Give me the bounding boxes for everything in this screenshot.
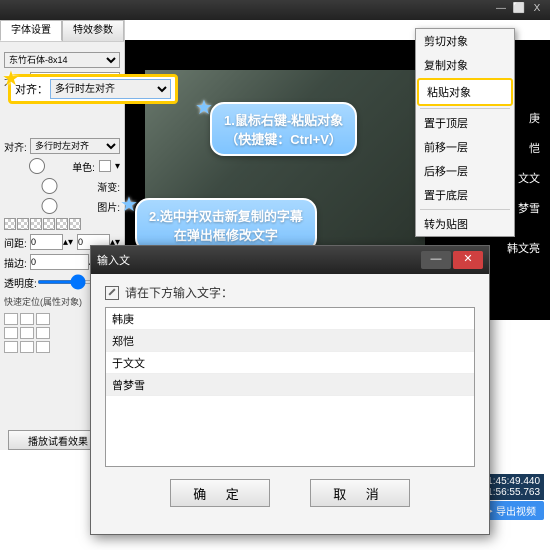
dialog-title: 输入文 xyxy=(97,252,419,268)
minimize-button[interactable]: — xyxy=(492,3,510,17)
main-titlebar: — ⬜ X xyxy=(0,0,550,20)
instruction-callout-1: 1.鼠标右键-粘贴对象 （快捷键：Ctrl+V） xyxy=(210,102,357,156)
star-icon: ★ xyxy=(120,192,138,217)
pos-cell[interactable] xyxy=(4,327,18,339)
dialog-titlebar[interactable]: 输入文 — ✕ xyxy=(91,246,489,274)
star-icon: ★ xyxy=(195,95,213,120)
subtitle-overlay[interactable]: 庚 xyxy=(529,110,540,126)
texture-swatch[interactable] xyxy=(69,218,81,230)
opacity-label: 透明度: xyxy=(4,275,37,290)
pos-cell[interactable] xyxy=(20,313,34,325)
subtitle-overlay[interactable]: 韩文亮 xyxy=(507,240,540,256)
pos-cell[interactable] xyxy=(20,341,34,353)
tab-fx-params[interactable]: 特效参数 xyxy=(62,20,124,41)
ctx-cut[interactable]: 剪切对象 xyxy=(416,29,514,53)
pos-cell[interactable] xyxy=(36,341,50,353)
pos-cell[interactable] xyxy=(4,341,18,353)
image-label: 图片: xyxy=(97,199,120,214)
subtitle-overlay[interactable]: 恺 xyxy=(529,140,540,156)
context-menu: 剪切对象 复制对象 粘贴对象 置于顶层 前移一层 后移一层 置于底层 转为贴图 xyxy=(415,28,515,237)
stroke-input[interactable] xyxy=(30,254,89,270)
pos-cell[interactable] xyxy=(4,313,18,325)
ctx-backward[interactable]: 后移一层 xyxy=(416,159,514,183)
align-select[interactable]: 多行时左对齐 xyxy=(50,79,171,99)
text-row[interactable]: 韩庚 xyxy=(106,308,474,330)
align2-label: 对齐: xyxy=(4,139,30,154)
texture-swatch[interactable] xyxy=(30,218,42,230)
ctx-paste[interactable]: 粘贴对象 xyxy=(417,78,513,106)
ok-button[interactable]: 确 定 xyxy=(170,479,270,507)
text-row[interactable]: 曾梦雪 xyxy=(106,374,474,396)
star-icon: ★ xyxy=(2,66,20,91)
gradient-label: 渐变: xyxy=(97,179,120,194)
maximize-button[interactable]: ⬜ xyxy=(510,3,528,17)
pos-cell[interactable] xyxy=(36,327,50,339)
spacing-label: 间距: xyxy=(4,235,30,250)
ctx-copy[interactable]: 复制对象 xyxy=(416,53,514,77)
stroke-label: 描边: xyxy=(4,255,30,270)
ctx-separator xyxy=(420,108,510,109)
dialog-close[interactable]: ✕ xyxy=(453,251,483,269)
cancel-button[interactable]: 取 消 xyxy=(310,479,410,507)
texture-swatch[interactable] xyxy=(56,218,68,230)
ctx-forward[interactable]: 前移一层 xyxy=(416,135,514,159)
subtitle-overlay[interactable]: 文文 xyxy=(518,170,540,186)
single-color-radio[interactable] xyxy=(4,158,70,174)
pos-cell[interactable] xyxy=(20,327,34,339)
dialog-prompt: 请在下方输入文字： xyxy=(125,284,233,301)
texture-swatch[interactable] xyxy=(4,218,16,230)
instruction-callout-2: 2.选中并双击新复制的字幕 在弹出框修改文字 xyxy=(135,198,317,252)
ctx-top[interactable]: 置于顶层 xyxy=(416,111,514,135)
input-dialog: 输入文 — ✕ 请在下方输入文字： 韩庚 郑恺 于文文 曾梦雪 确 定 取 消 xyxy=(90,245,490,535)
subtitle-overlay[interactable]: 梦雪 xyxy=(518,200,540,216)
texture-swatch[interactable] xyxy=(43,218,55,230)
align2-select[interactable]: 多行时左对齐 xyxy=(30,138,120,154)
align-highlight: 对齐： 多行时左对齐 xyxy=(8,74,178,104)
font-select[interactable]: 东竹石体-8x14 xyxy=(4,52,120,68)
pos-cell[interactable] xyxy=(36,313,50,325)
dialog-minimize[interactable]: — xyxy=(421,251,451,269)
timecode-display: 1:45:49.440 1:56:55.763 xyxy=(483,474,544,500)
ctx-bitmap[interactable]: 转为贴图 xyxy=(416,212,514,236)
spacing-input[interactable] xyxy=(30,234,63,250)
ctx-bottom[interactable]: 置于底层 xyxy=(416,183,514,207)
text-row[interactable]: 郑恺 xyxy=(106,330,474,352)
close-button[interactable]: X xyxy=(528,3,546,17)
single-label: 单色: xyxy=(72,159,95,174)
texture-swatch[interactable] xyxy=(17,218,29,230)
image-radio[interactable] xyxy=(4,198,95,214)
text-row[interactable]: 于文文 xyxy=(106,352,474,374)
tab-font-settings[interactable]: 字体设置 xyxy=(0,20,62,41)
edit-icon xyxy=(105,286,119,300)
text-input-list[interactable]: 韩庚 郑恺 于文文 曾梦雪 xyxy=(105,307,475,467)
gradient-radio[interactable] xyxy=(4,178,95,194)
ctx-separator xyxy=(420,209,510,210)
color-swatch[interactable] xyxy=(99,160,111,172)
